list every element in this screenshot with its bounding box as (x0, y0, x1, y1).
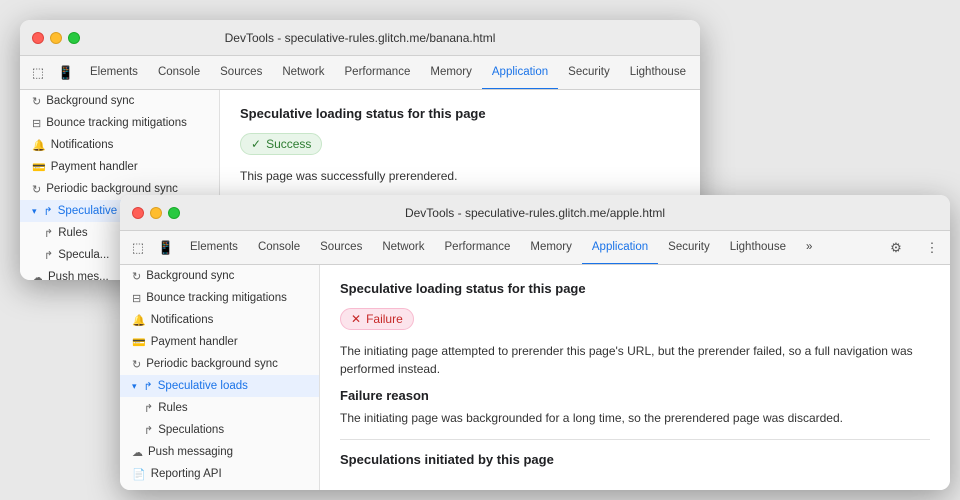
tab-sources[interactable]: Sources (210, 56, 272, 90)
tab-security-2[interactable]: Security (658, 231, 720, 265)
rules-icon: ↱ (44, 227, 53, 240)
device-icon[interactable]: 📱 (52, 59, 80, 87)
sidebar-item-speculations-2[interactable]: ↱ Speculations (120, 419, 319, 441)
window-title-2: DevTools - speculative-rules.glitch.me/a… (405, 206, 665, 220)
tab-lighthouse-2[interactable]: Lighthouse (720, 231, 796, 265)
tab-console-2[interactable]: Console (248, 231, 310, 265)
settings-icon-2[interactable]: ⚙ (882, 234, 910, 262)
titlebar-banana: DevTools - speculative-rules.glitch.me/b… (20, 20, 700, 56)
notifications-icon: 🔔 (32, 139, 46, 152)
success-description: This page was successfully prerendered. (240, 167, 680, 185)
speculative-loads-icon: ↱ (44, 205, 53, 218)
check-icon: ✓ (251, 137, 261, 151)
maximize-button-2[interactable] (168, 207, 180, 219)
failure-description: The initiating page attempted to prerend… (340, 342, 930, 378)
minimize-button[interactable] (50, 32, 62, 44)
x-icon: ✕ (351, 312, 361, 326)
background-sync-icon-2: ↻ (132, 270, 141, 283)
tab-performance-2[interactable]: Performance (435, 231, 521, 265)
panel-divider (340, 439, 930, 440)
reporting-api-icon: 📄 (132, 468, 146, 481)
expand-arrow-icon: ▾ (32, 206, 37, 217)
main-panel-apple: Speculative loading status for this page… (320, 265, 950, 490)
devtools-window-apple: DevTools - speculative-rules.glitch.me/a… (120, 195, 950, 490)
bounce-tracking-icon: ⊟ (32, 117, 41, 130)
devtools-tab-bar: ⬚ 📱 Elements Console Sources Network Per… (20, 56, 700, 90)
traffic-lights-2 (132, 207, 180, 219)
status-badge-success: ✓ Success (240, 133, 322, 155)
tab-elements[interactable]: Elements (80, 56, 148, 90)
speculations-icon-2: ↱ (144, 424, 153, 437)
sidebar-item-background-sync-2[interactable]: ↻ Background sync (120, 265, 319, 287)
failure-reason-title: Failure reason (340, 388, 930, 403)
tab-security[interactable]: Security (558, 56, 620, 90)
device-icon-2[interactable]: 📱 (152, 234, 180, 262)
sidebar-item-bounce-tracking[interactable]: ⊟ Bounce tracking mitigations (20, 112, 219, 134)
maximize-button[interactable] (68, 32, 80, 44)
payment-handler-icon: 💳 (32, 161, 46, 174)
sidebar-item-bounce-tracking-2[interactable]: ⊟ Bounce tracking mitigations (120, 287, 319, 309)
tab-right-actions-2: ⚙ ⋮ (882, 231, 946, 264)
titlebar-apple: DevTools - speculative-rules.glitch.me/a… (120, 195, 950, 231)
panel-title-apple: Speculative loading status for this page (340, 281, 930, 296)
tab-group-left: ⬚ 📱 (24, 56, 80, 89)
more-options-icon-2[interactable]: ⋮ (918, 234, 946, 262)
sidebar-item-notifications[interactable]: 🔔 Notifications (20, 134, 219, 156)
close-button-2[interactable] (132, 207, 144, 219)
minimize-button-2[interactable] (150, 207, 162, 219)
notifications-icon-2: 🔔 (132, 314, 146, 327)
status-badge-failure: ✕ Failure (340, 308, 414, 330)
periodic-sync-icon: ↻ (32, 183, 41, 196)
devtools-body-apple: ↻ Background sync ⊟ Bounce tracking miti… (120, 265, 950, 490)
sidebar-item-background-sync[interactable]: ↻ Background sync (20, 90, 219, 112)
tab-sources-2[interactable]: Sources (310, 231, 372, 265)
push-messaging-icon: ☁ (32, 271, 43, 281)
window-title: DevTools - speculative-rules.glitch.me/b… (225, 31, 496, 45)
speculations-title: Speculations initiated by this page (340, 452, 930, 467)
sidebar-item-notifications-2[interactable]: 🔔 Notifications (120, 309, 319, 331)
tab-more-2[interactable]: » (796, 231, 822, 265)
devtools-tab-bar-2: ⬚ 📱 Elements Console Sources Network Per… (120, 231, 950, 265)
tab-performance[interactable]: Performance (335, 56, 421, 90)
traffic-lights (32, 32, 80, 44)
tab-application[interactable]: Application (482, 56, 558, 90)
expand-arrow-icon-2: ▾ (132, 381, 137, 392)
speculations-icon: ↱ (44, 249, 53, 262)
sidebar-item-push-messaging-2[interactable]: ☁ Push messaging (120, 441, 319, 463)
background-sync-icon: ↻ (32, 95, 41, 108)
sidebar-item-speculative-loads-2[interactable]: ▾ ↱ Speculative loads (120, 375, 319, 397)
push-messaging-icon-2: ☁ (132, 446, 143, 459)
sidebar-item-periodic-sync-2[interactable]: ↻ Periodic background sync (120, 353, 319, 375)
sidebar-apple: ↻ Background sync ⊟ Bounce tracking miti… (120, 265, 320, 490)
tab-network[interactable]: Network (272, 56, 334, 90)
inspector-icon[interactable]: ⬚ (24, 59, 52, 87)
tab-lighthouse[interactable]: Lighthouse (620, 56, 696, 90)
tab-memory-2[interactable]: Memory (520, 231, 582, 265)
sidebar-item-rules-2[interactable]: ↱ Rules (120, 397, 319, 419)
failure-reason-text: The initiating page was backgrounded for… (340, 409, 930, 427)
close-button[interactable] (32, 32, 44, 44)
tab-memory[interactable]: Memory (420, 56, 482, 90)
tab-console[interactable]: Console (148, 56, 210, 90)
sidebar-item-reporting-api[interactable]: 📄 Reporting API (120, 463, 319, 485)
payment-handler-icon-2: 💳 (132, 336, 146, 349)
sidebar-item-payment-handler[interactable]: 💳 Payment handler (20, 156, 219, 178)
tab-more[interactable]: » (696, 56, 700, 90)
bounce-tracking-icon-2: ⊟ (132, 292, 141, 305)
periodic-sync-icon-2: ↻ (132, 358, 141, 371)
tab-group-left-2: ⬚ 📱 (124, 231, 180, 264)
inspector-icon-2[interactable]: ⬚ (124, 234, 152, 262)
tab-elements-2[interactable]: Elements (180, 231, 248, 265)
tab-application-2[interactable]: Application (582, 231, 658, 265)
tab-network-2[interactable]: Network (372, 231, 434, 265)
panel-title-banana: Speculative loading status for this page (240, 106, 680, 121)
sidebar-item-payment-handler-2[interactable]: 💳 Payment handler (120, 331, 319, 353)
speculative-loads-icon-2: ↱ (144, 380, 153, 393)
rules-icon-2: ↱ (144, 402, 153, 415)
